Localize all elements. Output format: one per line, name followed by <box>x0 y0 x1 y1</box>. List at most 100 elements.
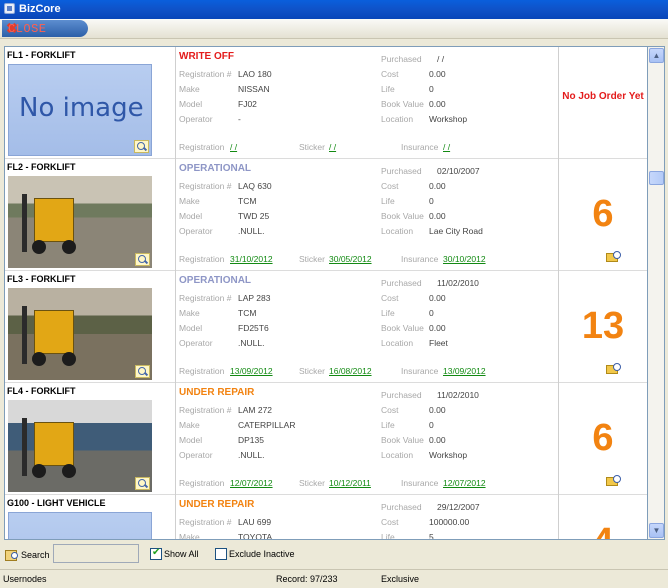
asset-status: OPERATIONAL <box>179 275 252 286</box>
field-label: Insurance <box>401 254 439 264</box>
field-label: Sticker <box>299 366 325 376</box>
asset-row[interactable]: FL1 - FORKLIFT No image WRITE OFF Regist… <box>5 47 647 159</box>
forklift-photo <box>8 400 152 492</box>
cost-value: 0.00 <box>429 405 446 415</box>
close-button[interactable]: ✖ CLOSE <box>2 20 88 37</box>
model-value: TWD 25 <box>238 211 270 221</box>
field-label: Cost <box>381 405 399 415</box>
sticker-date-link[interactable]: 30/05/2012 <box>329 254 372 264</box>
asset-code: G100 - LIGHT VEHICLE <box>7 498 106 508</box>
job-order-count[interactable]: 13 <box>560 305 646 348</box>
field-label: Model <box>179 211 203 221</box>
zoom-icon[interactable] <box>134 140 149 153</box>
show-all-checkbox[interactable] <box>150 547 162 560</box>
exclude-inactive-label: Exclude Inactive <box>229 549 295 559</box>
field-label: Registration # <box>179 69 232 79</box>
field-label: Make <box>179 84 200 94</box>
vertical-scrollbar[interactable]: ▲ ▼ <box>648 46 665 540</box>
field-label: Operator <box>179 226 213 236</box>
field-label: Model <box>179 323 203 333</box>
field-label: Registration <box>179 478 225 488</box>
asset-list[interactable]: FL1 - FORKLIFT No image WRITE OFF Regist… <box>4 46 648 540</box>
field-label: Purchased <box>381 166 422 176</box>
exclude-inactive-checkbox[interactable] <box>215 548 227 560</box>
job-order-view-icon[interactable] <box>606 475 621 486</box>
search-input[interactable] <box>53 544 139 563</box>
insurance-date-link[interactable]: / / <box>443 142 450 152</box>
model-value: DP135 <box>238 435 264 445</box>
zoom-icon[interactable] <box>135 253 150 266</box>
purchased-value: 11/02/2010 <box>437 390 479 400</box>
registration-date-link[interactable]: 31/10/2012 <box>230 254 273 264</box>
scroll-up-button[interactable]: ▲ <box>649 48 664 63</box>
registration-number-value: LAP 283 <box>238 293 271 303</box>
app-icon <box>4 3 15 14</box>
job-order-count[interactable]: 6 <box>560 417 646 460</box>
forklift-wheel-shape <box>62 464 76 478</box>
registration-date-link[interactable]: 12/07/2012 <box>230 478 273 488</box>
field-label: Life <box>381 532 395 540</box>
field-label: Registration # <box>179 293 232 303</box>
insurance-date-link[interactable]: 12/07/2012 <box>443 478 486 488</box>
field-label: Cost <box>381 293 399 303</box>
purchased-value: 11/02/2010 <box>437 278 479 288</box>
sticker-date-link[interactable]: 10/12/2011 <box>329 478 371 488</box>
sticker-date-link[interactable]: / / <box>329 142 336 152</box>
zoom-icon[interactable] <box>135 477 150 490</box>
job-order-count[interactable]: 6 <box>560 193 646 236</box>
location-value: Lae City Road <box>429 226 483 236</box>
forklift-mast-shape <box>22 306 27 364</box>
sticker-date-link[interactable]: 16/08/2012 <box>329 366 372 376</box>
status-module: Usernodes <box>3 574 47 584</box>
life-value: 5 <box>429 532 434 540</box>
location-value: Fleet <box>429 338 448 348</box>
asset-row[interactable]: G100 - LIGHT VEHICLE No image UNDER REPA… <box>5 495 647 540</box>
forklift-wheel-shape <box>32 464 46 478</box>
registration-date-link[interactable]: 13/09/2012 <box>230 366 273 376</box>
status-record: Record: 97/233 <box>276 574 338 584</box>
field-label: Operator <box>179 338 213 348</box>
field-label: Registration <box>179 366 225 376</box>
scroll-down-button[interactable]: ▼ <box>649 523 664 538</box>
zoom-icon[interactable] <box>135 365 150 378</box>
column-divider <box>175 47 176 159</box>
asset-row[interactable]: FL3 - FORKLIFT OPERATIONAL Registration … <box>5 271 647 383</box>
asset-status: UNDER REPAIR <box>179 387 255 398</box>
location-value: Workshop <box>429 114 468 124</box>
column-divider <box>558 495 559 539</box>
registration-number-value: LAU 699 <box>238 517 272 527</box>
field-label: Make <box>179 308 200 318</box>
registration-date-link[interactable]: / / <box>230 142 237 152</box>
field-label: Insurance <box>401 366 439 376</box>
operator-value: .NULL. <box>238 226 265 236</box>
insurance-date-link[interactable]: 30/10/2012 <box>443 254 486 264</box>
job-order-view-icon[interactable] <box>606 251 621 262</box>
window-title: BizCore <box>19 3 61 15</box>
title-bar: BizCore <box>0 0 668 19</box>
field-label: Registration # <box>179 517 232 527</box>
field-label: Life <box>381 420 395 430</box>
forklift-body-shape <box>34 422 74 466</box>
no-image-text: No image <box>19 93 144 123</box>
life-value: 0 <box>429 420 434 430</box>
field-label: Sticker <box>299 254 325 264</box>
scroll-thumb[interactable] <box>649 171 664 185</box>
search-icon[interactable] <box>5 550 18 561</box>
life-value: 0 <box>429 308 434 318</box>
life-value: 0 <box>429 196 434 206</box>
search-label: Search <box>21 550 50 560</box>
job-order-view-icon[interactable] <box>606 363 621 374</box>
field-label: Location <box>381 338 414 348</box>
toolbar: ✖ CLOSE <box>0 19 668 39</box>
job-order-count[interactable]: 4 <box>560 521 646 539</box>
insurance-date-link[interactable]: 13/09/2012 <box>443 366 486 376</box>
asset-row[interactable]: FL2 - FORKLIFT OPERATIONAL Registration … <box>5 159 647 271</box>
close-button-label: CLOSE <box>8 21 47 36</box>
column-divider <box>175 383 176 495</box>
field-label: Model <box>179 435 203 445</box>
field-label: Sticker <box>299 478 325 488</box>
operator-value: - <box>238 114 241 124</box>
asset-row[interactable]: FL4 - FORKLIFT UNDER REPAIR Registration… <box>5 383 647 495</box>
asset-status: UNDER REPAIR <box>179 499 255 510</box>
registration-number-value: LAM 272 <box>238 405 273 415</box>
